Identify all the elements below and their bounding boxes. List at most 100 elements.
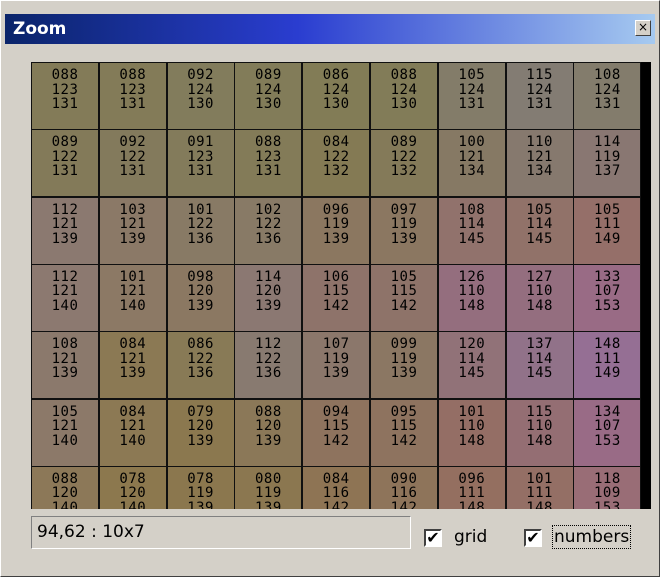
pixel-value-b: 130	[254, 96, 282, 112]
pixel-value-b: 134	[458, 163, 486, 180]
pixel-value-b: 139	[119, 230, 147, 247]
pixel-value-g: 119	[322, 216, 350, 233]
pixel-value-r: 096	[322, 201, 350, 218]
pixel-value-r: 102	[254, 201, 282, 218]
pixel-value-r: 090	[390, 470, 418, 487]
pixel-value-b: 149	[593, 230, 621, 247]
pixel-value-g: 120	[254, 418, 282, 434]
pixel-value-b: 131	[119, 96, 147, 112]
pixel-value-g: 110	[458, 418, 486, 434]
pixel-value-g: 122	[119, 148, 147, 165]
pixel-value-g: 121	[458, 148, 486, 165]
pixel-cell: 137 114 145	[505, 331, 574, 400]
pixel-value-b: 139	[390, 365, 418, 382]
pixel-value-g: 119	[322, 350, 350, 367]
pixel-value-g: 121	[526, 148, 553, 165]
pixel-cell: 096 119 139	[302, 196, 371, 265]
pixel-cell: 114 120 139	[234, 263, 303, 332]
pixel-value-g: 123	[254, 148, 282, 165]
pixel-cell: 118 109 153	[573, 465, 642, 509]
pixel-value-g: 119	[390, 216, 418, 233]
pixel-cell: 108 121 139	[31, 331, 99, 400]
pixel-value-b: 131	[119, 163, 147, 180]
pixel-value-g: 109	[593, 485, 621, 502]
pixel-value-r: 089	[51, 134, 79, 151]
pixel-value-b: 148	[526, 432, 553, 449]
pixel-value-g: 114	[526, 350, 553, 367]
pixel-cell: 088 123 131	[98, 62, 167, 130]
grid-option[interactable]: ✔ grid	[424, 527, 504, 553]
pixel-value-b: 132	[322, 163, 350, 180]
pixel-value-b: 140	[51, 432, 79, 449]
pixel-cell: 088 120 139	[234, 398, 303, 467]
pixel-cell: 114 119 137	[573, 129, 642, 198]
pixel-cell: 101 110 148	[437, 398, 506, 467]
pixel-value-g: 111	[593, 350, 621, 367]
pixel-cell: 112 121 139	[31, 196, 99, 265]
pixel-value-b: 136	[187, 230, 214, 247]
pixel-value-g: 122	[390, 148, 418, 165]
grid-checkbox[interactable]: ✔	[424, 529, 442, 547]
pixel-cell: 088 120 140	[31, 465, 99, 509]
pixel-value-g: 116	[390, 485, 418, 502]
pixel-value-g: 121	[51, 216, 79, 233]
pixel-value-r: 115	[526, 403, 553, 420]
pixel-cell: 101 122 136	[166, 196, 235, 265]
pixel-value-b: 140	[119, 297, 147, 314]
pixel-value-g: 119	[390, 350, 418, 367]
numbers-checkbox-label[interactable]: numbers	[551, 525, 632, 549]
grid-checkbox-label[interactable]: grid	[454, 527, 487, 547]
status-field: 94,62 : 10x7	[31, 516, 411, 549]
pixel-value-g: 111	[593, 216, 621, 233]
pixel-value-b: 131	[187, 163, 214, 180]
pixel-value-b: 139	[51, 230, 79, 247]
pixel-cell: 120 114 145	[437, 331, 506, 400]
pixel-cell: 100 121 134	[437, 129, 506, 198]
pixel-value-b: 139	[187, 297, 214, 314]
pixel-cell: 108 124 131	[573, 62, 642, 130]
status-text: 94,62 : 10x7	[37, 522, 145, 542]
pixel-cell: 091 123 131	[166, 129, 235, 198]
pixel-value-r: 126	[458, 268, 486, 285]
pixel-cell: 105 124 131	[437, 62, 506, 130]
pixel-cell: 088 124 130	[370, 62, 438, 130]
pixel-cell: 078 120 140	[98, 465, 167, 509]
pixel-value-r: 099	[390, 336, 418, 353]
pixel-value-b: 131	[254, 163, 282, 180]
numbers-option[interactable]: ✔ numbers	[524, 525, 644, 553]
pixel-value-r: 092	[119, 134, 147, 151]
pixel-value-g: 122	[187, 216, 214, 233]
pixel-value-g: 122	[322, 148, 350, 165]
pixel-cell: 096 111 148	[437, 465, 506, 509]
pixel-value-r: 084	[322, 134, 350, 151]
pixel-cell: 105 114 145	[505, 196, 574, 265]
pixel-cell: 092 122 131	[98, 129, 167, 198]
zoom-pixel-grid[interactable]: 088 123 131 088 123 131 092 124 130 089 124 130 086 1…	[31, 62, 651, 509]
pixel-value-b: 153	[593, 297, 621, 314]
pixel-value-g: 120	[187, 283, 214, 300]
pixel-value-b: 139	[51, 365, 79, 382]
pixel-cell: 112 121 140	[31, 263, 99, 332]
pixel-value-r: 101	[526, 470, 553, 487]
pixel-value-b: 142	[322, 297, 350, 314]
pixel-value-b: 131	[51, 96, 79, 112]
pixel-value-b: 148	[526, 297, 553, 314]
numbers-checkbox[interactable]: ✔	[524, 529, 542, 547]
pixel-value-g: 115	[390, 283, 418, 300]
pixel-value-b: 136	[254, 230, 282, 247]
pixel-value-g: 110	[526, 283, 553, 300]
pixel-value-b: 148	[458, 499, 486, 509]
pixel-value-b: 142	[322, 432, 350, 449]
pixel-cell: 088 123 131	[31, 62, 99, 130]
pixel-cell: 134 107 153	[573, 398, 642, 467]
pixel-value-r: 133	[593, 268, 621, 285]
pixel-value-g: 107	[593, 283, 621, 300]
pixel-value-b: 148	[458, 297, 486, 314]
close-button[interactable]: ×	[635, 20, 651, 36]
pixel-value-g: 115	[322, 283, 350, 300]
pixel-value-g: 114	[458, 216, 486, 233]
pixel-value-r: 114	[593, 134, 621, 151]
title-bar[interactable]: Zoom ×	[5, 14, 655, 44]
pixel-value-g: 107	[593, 418, 621, 434]
pixel-cell: 127 110 148	[505, 263, 574, 332]
